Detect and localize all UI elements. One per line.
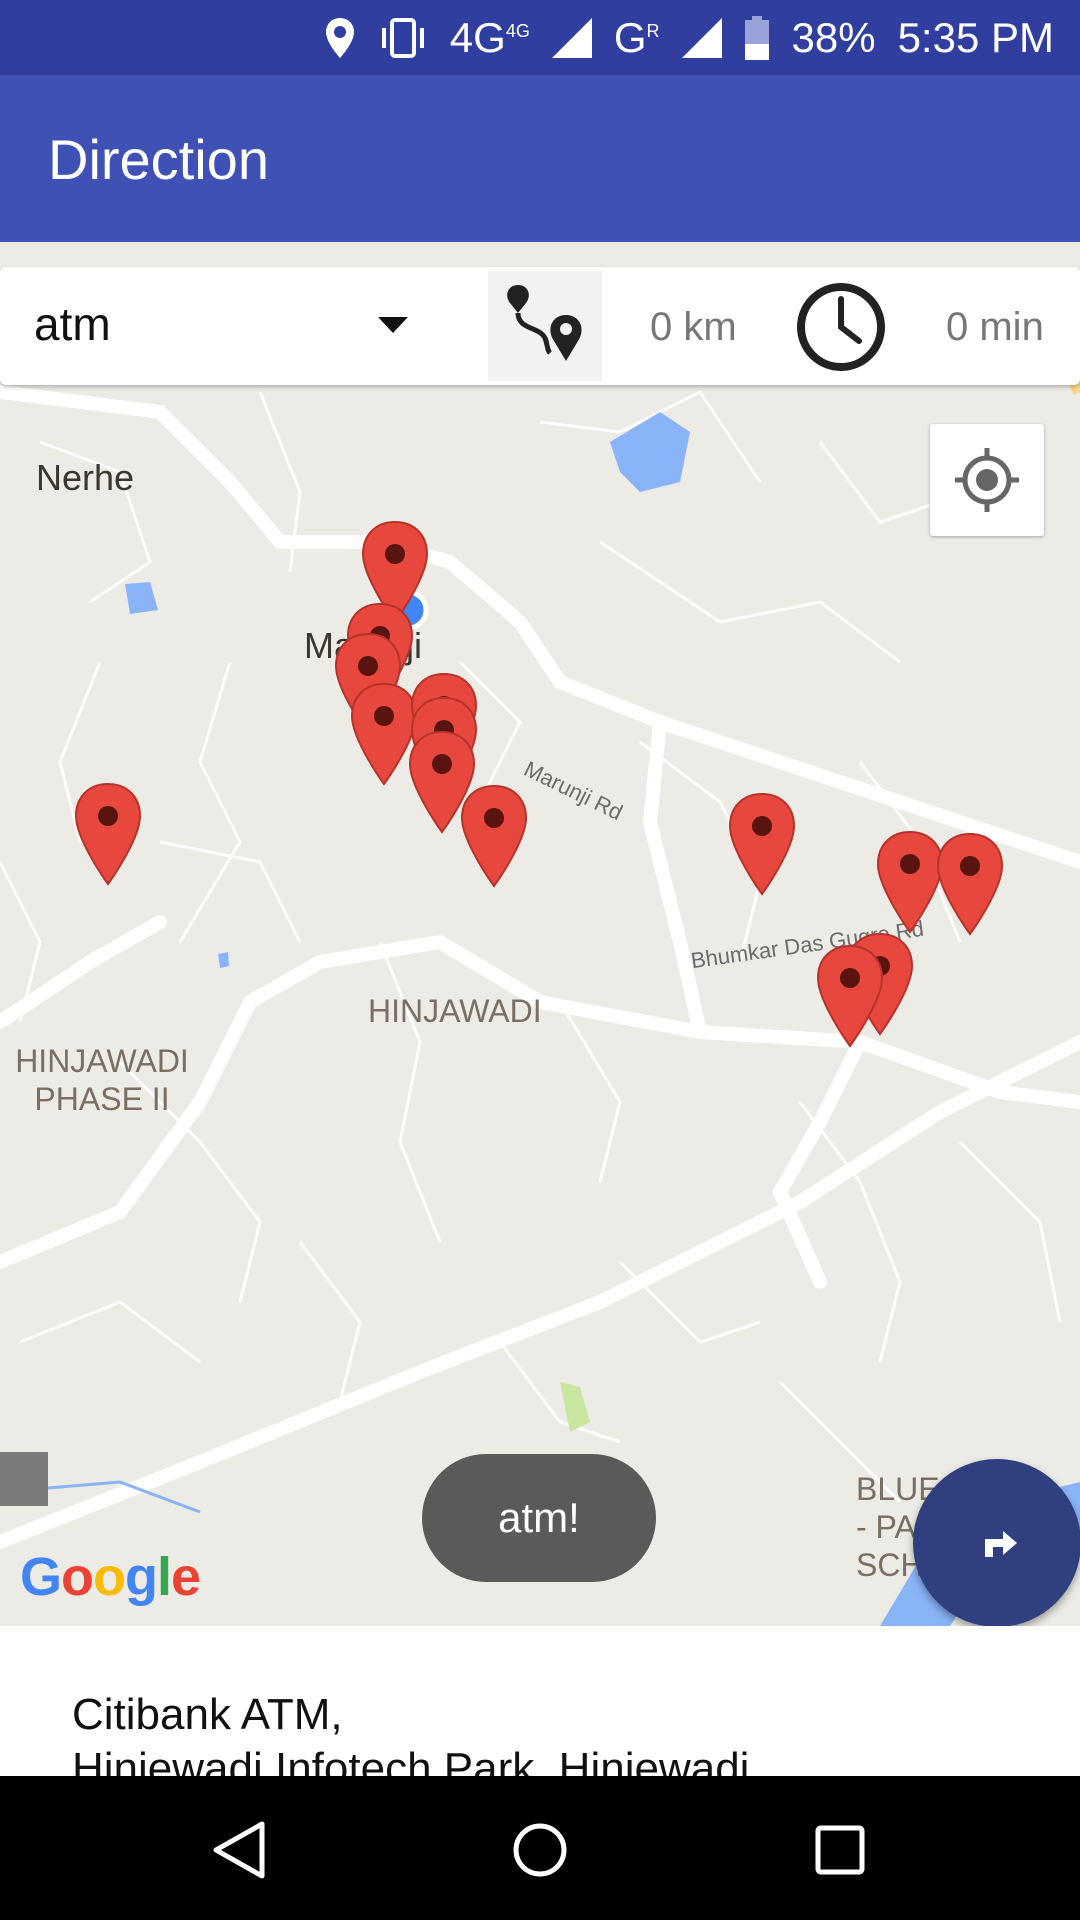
vibrate-icon [381, 17, 424, 58]
crosshair-icon [955, 448, 1019, 512]
home-icon[interactable] [510, 1820, 570, 1880]
directions-fab[interactable] [913, 1459, 1080, 1627]
route-button[interactable] [488, 271, 602, 381]
route-icon [507, 285, 582, 361]
battery-icon [744, 15, 769, 60]
pond [125, 582, 158, 614]
clock-time: 5:35 PM [897, 13, 1054, 61]
lake [610, 412, 690, 492]
clock-icon [797, 283, 885, 371]
status-bar: 4G4G GR 38% 5:35 PM [0, 0, 1080, 75]
turn-right-icon [985, 1531, 1017, 1557]
address-line-1: Citibank ATM, [72, 1690, 343, 1739]
map-attribution-tab[interactable] [0, 1452, 48, 1506]
direction-controls: atm 0 km 0 min [0, 267, 1080, 385]
signal-icon-2 [681, 17, 722, 58]
recents-icon[interactable] [810, 1820, 870, 1880]
location-icon [325, 17, 354, 58]
carrier-label: GR [613, 13, 660, 61]
my-location-button[interactable] [930, 424, 1044, 536]
distance-value: 0 km [650, 305, 737, 349]
address-line-2: Hinjewadi Infotech Park, Hinjewadi [72, 1744, 750, 1776]
network-type: 4G4G [449, 13, 530, 61]
battery-percent: 38% [791, 13, 876, 61]
duration-value: 0 min [946, 305, 1044, 349]
place-label-nerhe: Nerhe [36, 457, 135, 498]
signal-icon [551, 17, 592, 58]
major-roads [0, 385, 1080, 1549]
map-view[interactable]: Nerhe Marunji HINJAWADI HINJAWADI PHASE … [0, 242, 1080, 1626]
place-label-hinjawadi-phase2: HINJAWADI PHASE II [15, 1043, 189, 1117]
page-title: Direction [48, 128, 269, 191]
place-details-sheet[interactable]: Citibank ATM, Hinjewadi Infotech Park, H… [0, 1626, 1080, 1776]
google-logo: Google [20, 1547, 201, 1607]
dropdown-arrow-icon [378, 317, 408, 333]
system-nav-bar [0, 1776, 1080, 1920]
toast-message: atm! [422, 1454, 656, 1582]
place-type-value: atm [34, 298, 111, 350]
place-label-hinjawadi: HINJAWADI [368, 993, 542, 1029]
pond-small [218, 952, 229, 968]
back-icon[interactable] [210, 1820, 270, 1880]
place-type-spinner[interactable]: atm [0, 267, 460, 385]
app-bar: Direction [0, 75, 1080, 242]
